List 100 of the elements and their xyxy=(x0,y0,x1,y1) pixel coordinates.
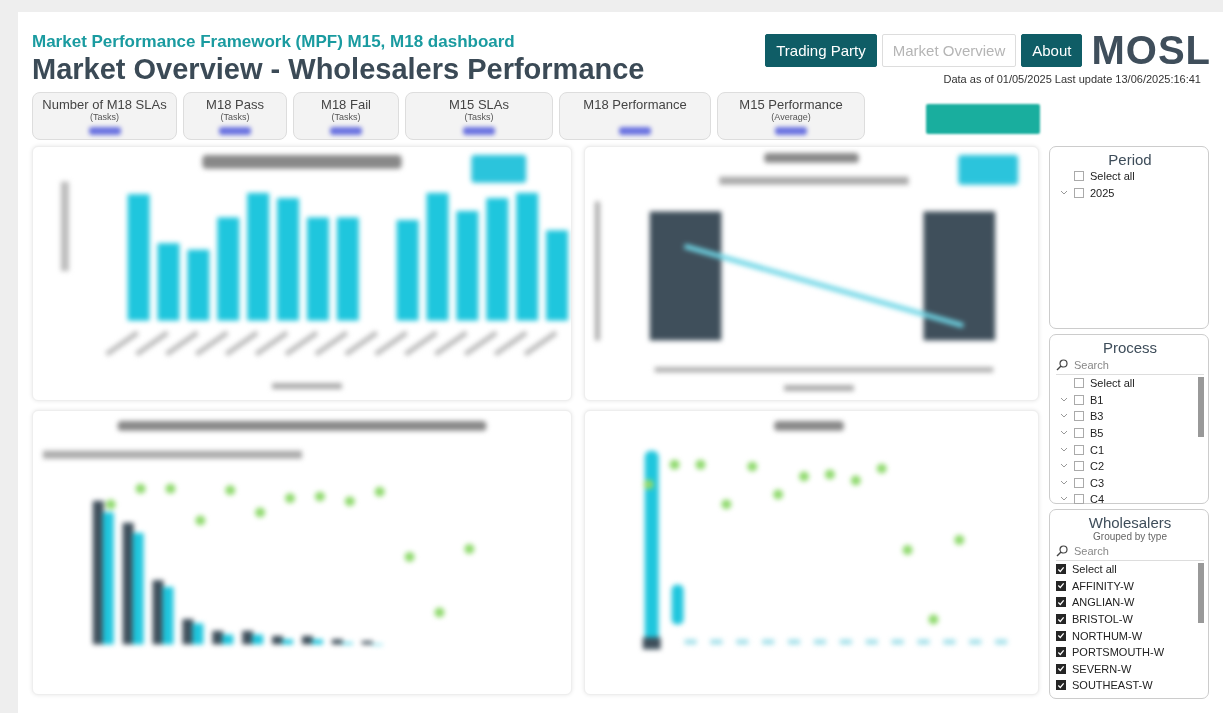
filter-option[interactable]: Select all xyxy=(1090,377,1135,390)
chevron-icon[interactable] xyxy=(1060,189,1068,196)
chevron-icon[interactable] xyxy=(1060,496,1068,503)
filter-option[interactable]: Select all xyxy=(1072,563,1117,576)
chart-point xyxy=(643,479,654,490)
checkbox[interactable] xyxy=(1074,477,1084,488)
checkbox[interactable] xyxy=(1056,597,1066,608)
chart-point xyxy=(824,469,835,480)
chart-bar xyxy=(917,639,930,645)
chart-point xyxy=(669,459,680,470)
slider-track[interactable] xyxy=(654,367,994,373)
filter-option[interactable]: B5 xyxy=(1090,427,1104,440)
slider-track[interactable] xyxy=(60,181,69,271)
kpi-unit: (Average) xyxy=(771,112,811,122)
filter-option[interactable]: PORTSMOUTH-W xyxy=(1072,646,1165,659)
blurred-axis-label xyxy=(165,330,199,357)
blurred-axis-label xyxy=(344,330,379,357)
chart-point xyxy=(105,499,116,510)
scrollbar[interactable] xyxy=(1198,377,1204,437)
chart-bar xyxy=(762,639,775,645)
chart-point xyxy=(464,544,475,554)
blurred-button[interactable] xyxy=(926,104,1040,134)
filter-option[interactable]: C1 xyxy=(1090,443,1105,456)
chart-bar xyxy=(671,584,684,625)
filter-option[interactable]: B3 xyxy=(1090,410,1104,423)
chevron-icon[interactable] xyxy=(1060,413,1068,420)
nav-button[interactable]: About xyxy=(1021,33,1083,67)
data-date-note: Data as of 01/05/2025 Last update 13/06/2025:16:41 xyxy=(943,73,1201,85)
blurred-title xyxy=(774,420,844,431)
kpi-label: M15 SLAs xyxy=(449,97,509,112)
checkbox[interactable] xyxy=(1074,394,1084,405)
scrollbar[interactable] xyxy=(1198,563,1204,623)
checkbox[interactable] xyxy=(1056,564,1066,575)
filter-title: Wholesalers xyxy=(1087,514,1173,531)
kpi-unit: (Tasks) xyxy=(331,112,361,122)
filter-option[interactable]: ANGLIAN-W xyxy=(1072,596,1135,609)
checkbox[interactable] xyxy=(1074,187,1084,198)
checkbox[interactable] xyxy=(1074,171,1084,182)
blurred-axis-label xyxy=(284,330,319,357)
filter-option[interactable]: C3 xyxy=(1090,476,1105,489)
chart-bar xyxy=(152,580,164,645)
chevron-icon[interactable] xyxy=(1060,396,1068,403)
chart-point xyxy=(954,535,965,546)
chevron-icon[interactable] xyxy=(1060,479,1068,486)
checkbox[interactable] xyxy=(1074,444,1084,455)
chart-bar xyxy=(252,634,264,645)
checkbox[interactable] xyxy=(1056,580,1066,591)
chevron-icon[interactable] xyxy=(1060,463,1068,470)
blurred-axis-title xyxy=(784,385,854,392)
checkbox[interactable] xyxy=(1056,630,1066,641)
slider-track[interactable] xyxy=(594,201,600,341)
checkbox[interactable] xyxy=(1074,461,1084,472)
filter-option[interactable]: C2 xyxy=(1090,460,1105,473)
chart-point xyxy=(255,507,266,518)
checkbox[interactable] xyxy=(1056,680,1066,691)
blurred-axis-label xyxy=(493,330,528,357)
filter-option[interactable]: NORTHUM-W xyxy=(1072,629,1143,642)
kpi-label: M15 Performance xyxy=(739,97,843,112)
chart-bar xyxy=(943,639,956,645)
chart-point xyxy=(799,471,809,482)
filter-option[interactable]: SEVERN-W xyxy=(1072,662,1132,675)
filter-option[interactable]: BRISTOL-W xyxy=(1072,613,1133,626)
search-icon xyxy=(1056,545,1068,557)
filter-option[interactable]: SOUTHEAST-W xyxy=(1072,679,1153,692)
filter-option[interactable]: B1 xyxy=(1090,393,1104,406)
checkbox[interactable] xyxy=(1074,494,1084,505)
checkbox[interactable] xyxy=(1074,428,1084,439)
checkbox[interactable] xyxy=(1074,411,1084,422)
chart-point xyxy=(314,491,325,502)
filter-option[interactable]: AFFINITY-W xyxy=(1072,579,1134,592)
blurred-axis-label xyxy=(374,330,409,357)
chart-point xyxy=(695,459,706,470)
filter-option[interactable]: C4 xyxy=(1090,493,1105,506)
chart-point xyxy=(850,475,861,486)
blurred-button[interactable] xyxy=(958,154,1019,185)
chart-bar xyxy=(222,634,234,645)
chart-point xyxy=(876,463,887,474)
filter-option[interactable]: 2025 xyxy=(1090,186,1115,199)
kpi-label: M18 Pass xyxy=(206,97,264,112)
page-title: Market Overview - Wholesalers Performance xyxy=(32,53,645,86)
filter-option[interactable]: Select all xyxy=(1090,170,1135,183)
chart-point xyxy=(902,545,913,555)
checkbox[interactable] xyxy=(1056,647,1066,658)
chart-point xyxy=(928,614,939,625)
checkbox[interactable] xyxy=(1074,378,1084,389)
blurred-axis-label xyxy=(434,330,468,357)
chevron-icon[interactable] xyxy=(1060,446,1068,453)
dashboard-subtitle: Market Performance Framework (MPF) M15, M18 dashboard xyxy=(32,32,516,52)
chevron-icon[interactable] xyxy=(1060,430,1068,437)
kpi-unit: (Tasks) xyxy=(220,112,250,122)
checkbox[interactable] xyxy=(1056,614,1066,625)
nav-button[interactable]: Trading Party xyxy=(765,33,877,67)
blurred-axis-label xyxy=(314,330,349,357)
chart-point xyxy=(165,483,176,494)
checkbox[interactable] xyxy=(1056,663,1066,674)
chart-bar xyxy=(212,630,224,645)
blurred-button[interactable] xyxy=(471,154,527,183)
chart-bar xyxy=(710,639,723,645)
blurred-axis-label xyxy=(194,330,229,357)
kpi-label: M18 Fail xyxy=(321,97,371,112)
